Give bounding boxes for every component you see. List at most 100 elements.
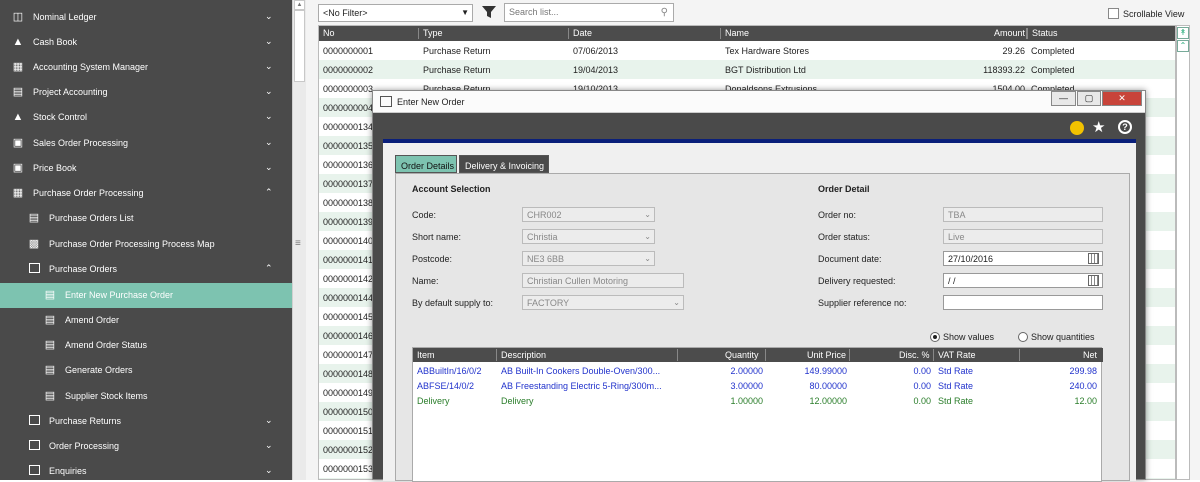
code-field[interactable]: CHR002 ⌄ bbox=[522, 207, 655, 222]
item-row[interactable]: Delivery Delivery 1.00000 12.00000 0.00 Std R… bbox=[413, 394, 1103, 409]
item-cell-quantity: 1.00000 bbox=[730, 396, 763, 406]
sidebar-item-cash-book[interactable]: ▲ Cash Book ⌄ bbox=[0, 30, 292, 55]
scroll-up-icon[interactable]: ▲ bbox=[294, 0, 305, 10]
col-header-no[interactable]: No bbox=[319, 28, 419, 39]
order-details-panel: Account Selection Order Detail Code: CHR… bbox=[395, 173, 1130, 482]
minimize-button[interactable]: — bbox=[1051, 91, 1076, 106]
delivery-requested-field[interactable]: / / bbox=[943, 273, 1103, 288]
scroll-top-icon[interactable]: ↟ bbox=[1177, 27, 1189, 39]
form-icon: ▤ bbox=[44, 364, 56, 376]
tab-delivery-invoicing[interactable]: Delivery & Invoicing bbox=[459, 155, 549, 173]
star-icon[interactable]: ★ bbox=[1092, 118, 1105, 136]
col-header-unit-price[interactable]: Unit Price bbox=[807, 350, 846, 360]
document-date-field[interactable]: 27/10/2016 bbox=[943, 251, 1103, 266]
sidebar-item-accounting-system-manager[interactable]: ▦ Accounting System Manager ⌄ bbox=[0, 55, 292, 80]
cell-status: Completed bbox=[1031, 46, 1075, 56]
calendar-icon[interactable] bbox=[1088, 275, 1099, 286]
code-label: Code: bbox=[412, 210, 437, 220]
window-titlebar[interactable]: Enter New Order — ▢ ✕ bbox=[373, 91, 1145, 113]
filter-select[interactable]: <No Filter> ▼ bbox=[318, 4, 473, 22]
short-name-field[interactable]: Christia ⌄ bbox=[522, 229, 655, 244]
sidebar-scrollbar[interactable]: ▲ ≡ bbox=[292, 0, 306, 480]
sidebar-item-amend-order[interactable]: ▤ Amend Order bbox=[0, 308, 292, 333]
col-header-description[interactable]: Description bbox=[501, 350, 546, 360]
name-field[interactable]: Christian Cullen Motoring bbox=[522, 273, 684, 288]
sidebar-item-purchase-orders[interactable]: Purchase Orders ⌃ bbox=[0, 257, 292, 282]
item-cell-vat: Std Rate bbox=[938, 396, 974, 406]
item-row[interactable]: ABFSE/14/0/2 AB Freestanding Electric 5-R… bbox=[413, 379, 1103, 394]
cell-type: Purchase Return bbox=[423, 65, 491, 75]
sidebar-item-enquiries[interactable]: Enquiries ⌄ bbox=[0, 459, 292, 480]
item-cell-item: ABBuiltIn/16/0/2 bbox=[417, 366, 482, 376]
col-header-disc[interactable]: Disc. % bbox=[899, 350, 930, 360]
item-row[interactable]: ABBuiltIn/16/0/2 AB Built-In Cookers Doub… bbox=[413, 364, 1103, 379]
table-row[interactable]: 0000000002 Purchase Return 19/04/2013 BGT D… bbox=[319, 60, 1175, 79]
col-header-type[interactable]: Type bbox=[419, 28, 569, 39]
tab-order-details[interactable]: Order Details bbox=[395, 155, 457, 173]
sidebar-item-process-map[interactable]: ▩ Purchase Order Processing Process Map bbox=[0, 232, 292, 257]
delivery-requested-label: Delivery requested: bbox=[818, 276, 896, 286]
filter-icon[interactable] bbox=[481, 4, 497, 20]
form-icon: ▤ bbox=[44, 390, 56, 402]
close-button[interactable]: ✕ bbox=[1102, 91, 1142, 106]
page-up-icon[interactable]: ⌃ bbox=[1177, 40, 1189, 52]
supplier-ref-field[interactable] bbox=[943, 295, 1103, 310]
sidebar-item-order-processing[interactable]: Order Processing ⌄ bbox=[0, 434, 292, 459]
cell-no: 0000000138 bbox=[323, 198, 374, 208]
folder-icon bbox=[28, 440, 40, 452]
cell-name: Tex Hardware Stores bbox=[725, 46, 810, 56]
sidebar-item-purchase-orders-list[interactable]: ▤ Purchase Orders List bbox=[0, 206, 292, 231]
col-header-name[interactable]: Name bbox=[721, 28, 1027, 39]
postcode-label: Postcode: bbox=[412, 254, 453, 264]
col-header-quantity[interactable]: Quantity bbox=[725, 350, 759, 360]
folder-icon bbox=[28, 415, 40, 427]
order-detail-heading: Order Detail bbox=[818, 184, 870, 194]
maximize-button[interactable]: ▢ bbox=[1077, 91, 1101, 106]
cell-no: 0000000145 bbox=[323, 312, 374, 322]
search-input[interactable]: Search list... ⚲ bbox=[504, 3, 674, 22]
sidebar-item-purchase-order-processing[interactable]: ▦ Purchase Order Processing ⌃ bbox=[0, 181, 292, 206]
resize-grip-icon[interactable]: ≡ bbox=[295, 239, 301, 249]
col-header-vat-rate[interactable]: VAT Rate bbox=[938, 350, 976, 360]
chevron-down-icon: ⌄ bbox=[265, 36, 273, 46]
sidebar-item-stock-control[interactable]: ▲ Stock Control ⌄ bbox=[0, 105, 292, 130]
form-icon: ▤ bbox=[44, 339, 56, 351]
search-icon[interactable]: ⚲ bbox=[661, 7, 668, 18]
sidebar-item-price-book[interactable]: ▣ Price Book ⌄ bbox=[0, 156, 292, 181]
col-header-date[interactable]: Date bbox=[569, 28, 721, 39]
item-cell-quantity: 2.00000 bbox=[730, 366, 763, 376]
form-icon: ▤ bbox=[44, 314, 56, 326]
chevron-down-icon: ⌄ bbox=[644, 232, 651, 241]
sidebar-item-project-accounting[interactable]: ▤ Project Accounting ⌄ bbox=[0, 80, 292, 105]
sidebar-item-purchase-returns[interactable]: Purchase Returns ⌄ bbox=[0, 409, 292, 434]
scrollable-view-toggle[interactable]: Scrollable View bbox=[1108, 8, 1184, 19]
help-icon[interactable]: ? bbox=[1118, 120, 1132, 134]
table-row[interactable]: 0000000001 Purchase Return 07/06/2013 Tex H… bbox=[319, 41, 1175, 60]
sidebar-item-generate-orders[interactable]: ▤ Generate Orders bbox=[0, 358, 292, 383]
list-icon: ▤ bbox=[28, 212, 40, 224]
purchase-order-icon: ▦ bbox=[12, 187, 24, 199]
form-icon: ▤ bbox=[44, 289, 56, 301]
col-header-status[interactable]: Status bbox=[1027, 28, 1175, 39]
col-header-net[interactable]: Net bbox=[1083, 350, 1097, 360]
col-header-item[interactable]: Item bbox=[417, 350, 435, 360]
show-quantities-radio[interactable]: Show quantities bbox=[1018, 332, 1095, 342]
calendar-icon[interactable] bbox=[1088, 253, 1099, 264]
scrollable-view-checkbox[interactable] bbox=[1108, 8, 1119, 19]
sidebar-item-supplier-stock-items[interactable]: ▤ Supplier Stock Items bbox=[0, 384, 292, 409]
show-values-radio[interactable]: Show values bbox=[930, 332, 994, 342]
chevron-up-icon: ⌃ bbox=[265, 263, 273, 273]
scrollbar-thumb[interactable] bbox=[294, 10, 305, 82]
smiley-icon[interactable] bbox=[1070, 121, 1084, 135]
postcode-field[interactable]: NE3 6BB ⌄ bbox=[522, 251, 655, 266]
supply-label: By default supply to: bbox=[412, 298, 494, 308]
sidebar-item-enter-new-purchase-order[interactable]: ▤ Enter New Purchase Order bbox=[0, 283, 292, 308]
cell-no: 0000000134 bbox=[323, 122, 374, 132]
cell-no: 0000000149 bbox=[323, 388, 374, 398]
sidebar-item-nominal-ledger[interactable]: ◫ Nominal Ledger ⌄ bbox=[0, 5, 292, 30]
sidebar-item-sales-order-processing[interactable]: ▣ Sales Order Processing ⌄ bbox=[0, 131, 292, 156]
cell-date: 07/06/2013 bbox=[573, 46, 619, 56]
supply-field[interactable]: FACTORY ⌄ bbox=[522, 295, 684, 310]
org-chart-icon: ▦ bbox=[12, 61, 24, 73]
sidebar-item-amend-order-status[interactable]: ▤ Amend Order Status bbox=[0, 333, 292, 358]
